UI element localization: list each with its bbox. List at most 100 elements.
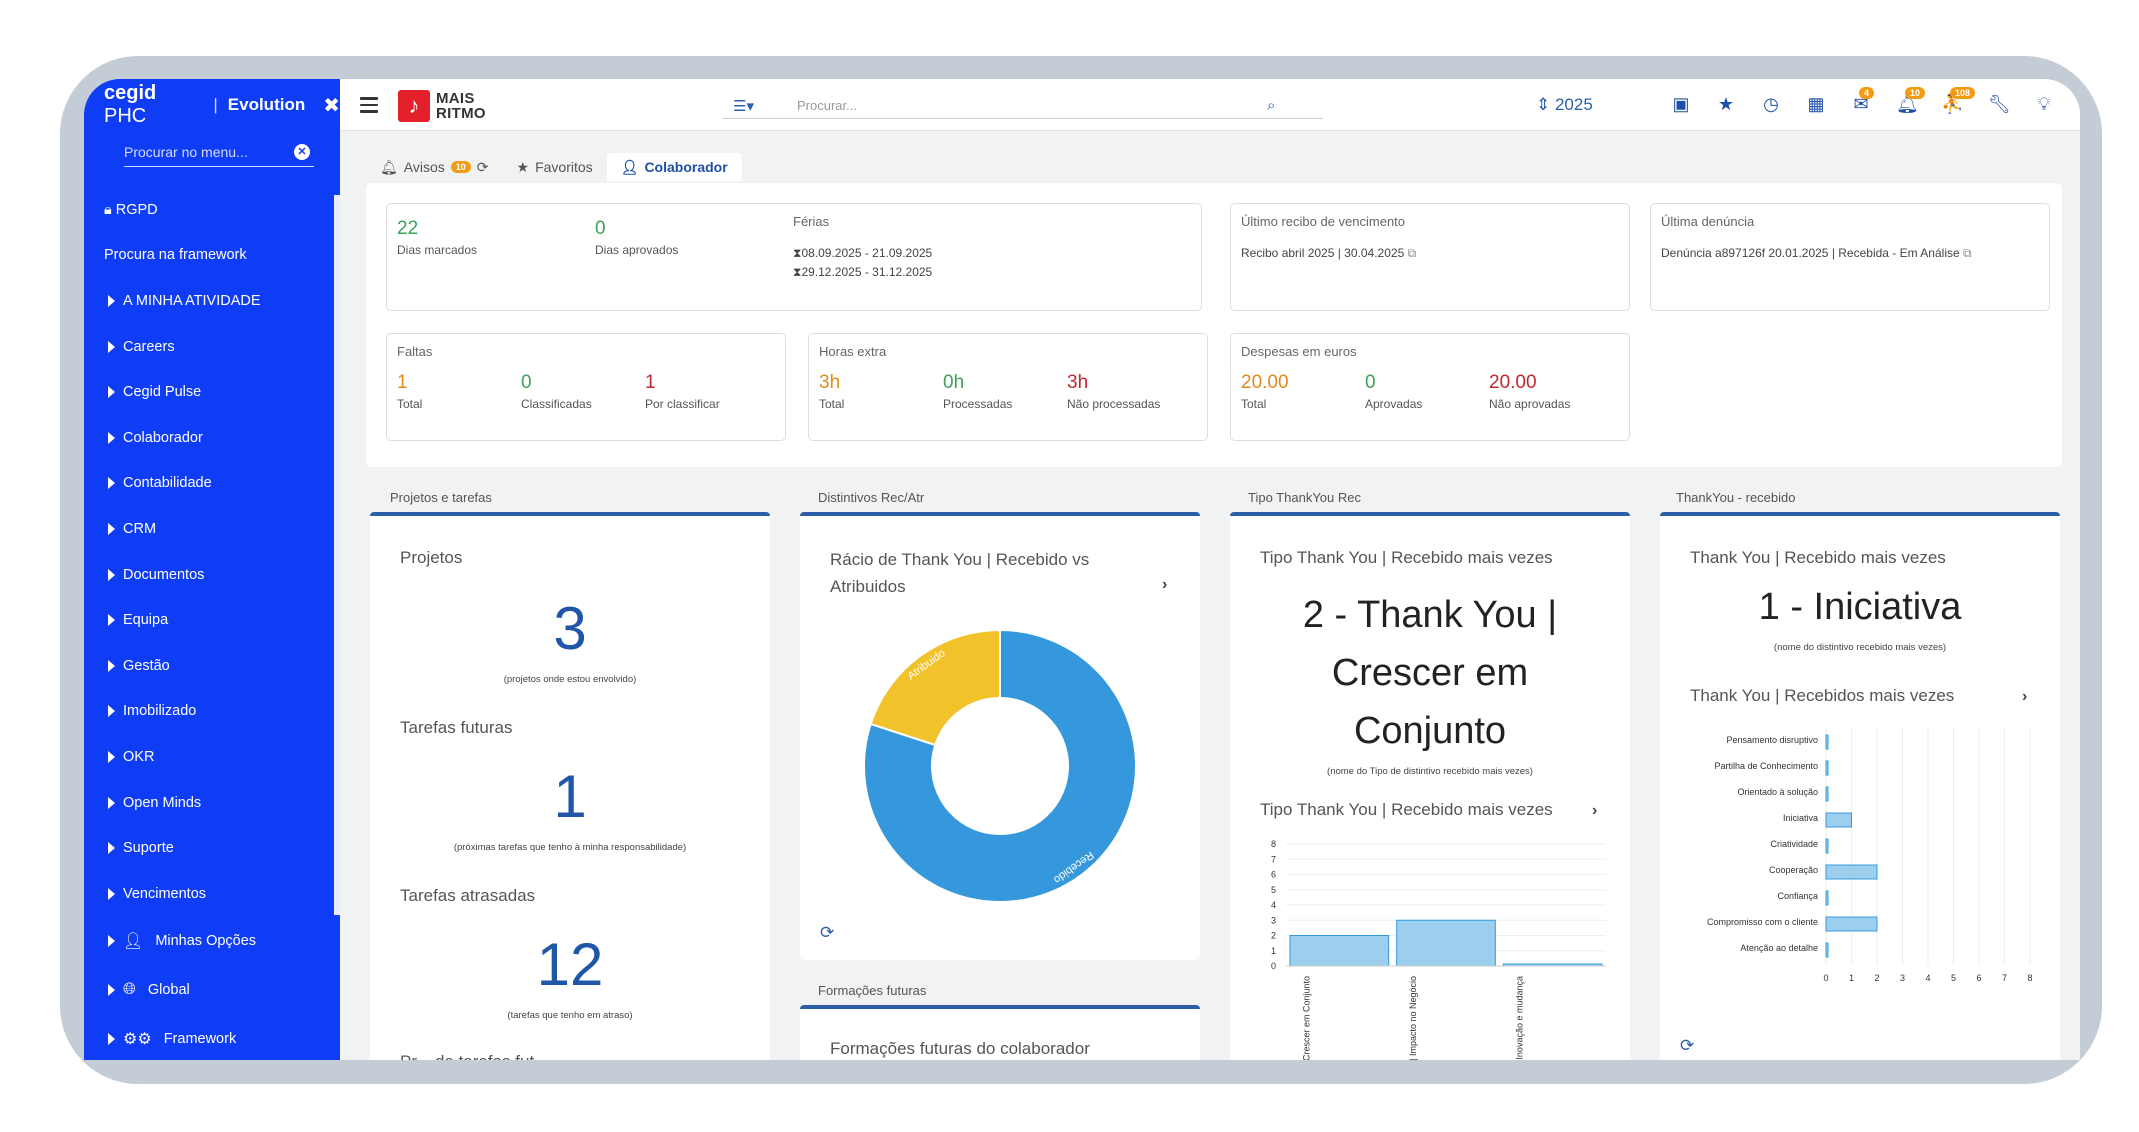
bar xyxy=(1825,838,1829,854)
sidebar-item-minhas-op-es[interactable]: 👤︎ Minhas Opções xyxy=(84,917,340,966)
external-link-icon: ⧉ xyxy=(1963,246,1972,260)
sidebar-item-global[interactable]: 🌐︎ Global xyxy=(84,966,340,1015)
message-icon[interactable]: ▣ xyxy=(1670,94,1692,115)
caret-right-icon xyxy=(108,842,115,855)
sidebar-item-careers[interactable]: Careers xyxy=(84,324,340,370)
caret-right-icon xyxy=(108,750,115,763)
sidebar-item-equipa[interactable]: Equipa xyxy=(84,597,340,643)
app-window: cegid PHC | Evolution ✖ ✕ 🔒︎RGPD Procura … xyxy=(84,79,2080,1060)
tarefas-atrasadas-count[interactable]: 12 xyxy=(370,930,770,999)
sidebar-item-vencimentos[interactable]: Vencimentos xyxy=(84,871,340,917)
bar xyxy=(1825,734,1829,750)
y-tick-label: Confiança xyxy=(1777,891,1818,901)
clear-search-icon[interactable]: ✕ xyxy=(294,143,310,160)
x-tick-label: Thank You | Impacto no Negócio xyxy=(1408,976,1418,1060)
topbar: ♪ MAISRITMO ☰▾ ⌕ ⇕ 2025 ▣ ★ ◷ ▦ ✉4 🔔︎10 … xyxy=(340,79,2080,131)
sidebar-item-suporte[interactable]: Suporte xyxy=(84,825,340,871)
sidebar-item-label: Cegid Pulse xyxy=(123,384,202,401)
mail-icon[interactable]: ✉ 4 xyxy=(1850,87,1875,115)
user-badge-icon[interactable]: ⛹ 108 xyxy=(1941,87,1976,115)
sidebar-item-imobilizado[interactable]: Imobilizado xyxy=(84,689,340,735)
tab-favoritos[interactable]: ★ Favoritos xyxy=(503,153,607,181)
year-selector[interactable]: ⇕ 2025 xyxy=(1536,95,1593,115)
tipo-thankyou-bar-chart: 0 1 2 3 4 5 6 7 8 Thank You | Crescer em Conjunto… xyxy=(1271,839,1606,1060)
caret-right-icon xyxy=(108,568,115,581)
list-filter-icon[interactable]: ☰▾ xyxy=(723,97,767,115)
menu-search-input[interactable] xyxy=(124,143,294,160)
sidebar-item-okr[interactable]: OKR xyxy=(84,734,340,780)
sidebar-scrollbar[interactable] xyxy=(334,195,340,915)
refresh-icon[interactable]: ⟳ xyxy=(1680,1036,1694,1056)
ratio-donut-chart: RecebidoAtribuido xyxy=(863,628,1137,903)
tab-colaborador[interactable]: 👤︎ Colaborador xyxy=(606,153,742,181)
sidebar-item-documentos[interactable]: Documentos xyxy=(84,552,340,598)
y-tick-label: 0 xyxy=(1271,961,1276,971)
sidebar-item-label: Colaborador xyxy=(123,429,203,446)
cegid-logo: cegid PHC xyxy=(104,82,157,127)
y-tick-label: Iniciativa xyxy=(1783,813,1818,823)
sidebar-item-procura-na-framework[interactable]: Procura na framework xyxy=(84,233,340,279)
caret-right-icon xyxy=(108,705,115,718)
x-tick-label: 4 xyxy=(1925,973,1930,983)
y-tick-label: 7 xyxy=(1271,854,1276,864)
y-tick-label: Cooperação xyxy=(1769,865,1818,875)
tab-bar: 🔔︎ Avisos 10 ⟳ ★ Favoritos 👤︎ Colaborador xyxy=(366,151,742,181)
star-icon: ★ xyxy=(516,158,530,175)
chevron-right-icon[interactable]: › xyxy=(1162,576,1167,594)
tab-avisos[interactable]: 🔔︎ Avisos 10 ⟳ xyxy=(366,153,503,181)
refresh-icon[interactable]: ⟳ xyxy=(477,159,489,176)
global-search-input[interactable] xyxy=(767,98,1267,113)
hamburger-menu-icon[interactable] xyxy=(360,97,378,117)
refresh-icon[interactable]: ⟳ xyxy=(820,923,834,943)
horas-extra-card: Horas extra 3h Total 0h Processadas 3h Não … xyxy=(808,333,1208,441)
product-name: Evolution xyxy=(227,95,306,114)
sidebar-item-cegid-pulse[interactable]: Cegid Pulse xyxy=(84,369,340,415)
projetos-count[interactable]: 3 xyxy=(370,594,770,663)
tipo-thankyou-widget: Tipo Thank You | Recebido mais vezes 2 -… xyxy=(1230,512,1630,1060)
sidebar-item-a-minha-atividade[interactable]: A MINHA ATIVIDADE xyxy=(84,278,340,324)
user-icon: 👤︎ xyxy=(620,158,639,175)
projetos-widget: Projetos 3 (projetos onde estou envolvid… xyxy=(370,512,770,1060)
star-icon[interactable]: ★ xyxy=(1715,94,1737,115)
tarefas-futuras-count[interactable]: 1 xyxy=(370,762,770,831)
x-tick-label: Thank You | Crescer em Conjunto xyxy=(1301,976,1311,1060)
bar xyxy=(1289,935,1390,967)
y-tick-label: 4 xyxy=(1271,900,1276,910)
donut-slice xyxy=(869,628,1001,747)
calendar-icon[interactable]: ▦ xyxy=(1805,94,1827,115)
sidebar-item-contabilidade[interactable]: Contabilidade xyxy=(84,461,340,507)
sidebar-item-label: Open Minds xyxy=(123,794,202,811)
y-tick-label: Orientado à solução xyxy=(1737,787,1818,797)
chevron-right-icon[interactable]: › xyxy=(1592,802,1597,820)
bar xyxy=(1825,916,1878,932)
sidebar-item-open-minds[interactable]: Open Minds xyxy=(84,780,340,826)
sidebar-item-colaborador[interactable]: Colaborador xyxy=(84,415,340,461)
sidebar-item-rgpd[interactable]: 🔒︎ RGPD xyxy=(84,187,340,233)
tipo-thankyou-value: 2 - Thank You | Crescer em Conjunto xyxy=(1302,594,1558,752)
brand-logo[interactable]: ♪ MAIS RITMO xyxy=(398,90,486,122)
thankyou-widget: Thank You | Recebido mais vezes 1 - Inic… xyxy=(1660,512,2060,1060)
sidebar-header: cegid PHC | Evolution ✖ xyxy=(104,82,340,127)
close-sidebar-icon[interactable]: ✖ xyxy=(323,93,340,118)
clock-icon[interactable]: ◷ xyxy=(1760,94,1782,115)
x-tick-label: 8 xyxy=(2027,973,2032,983)
wrench-icon[interactable]: 🔧︎ xyxy=(1988,94,2011,115)
bell-icon[interactable]: 🔔︎ 10 xyxy=(1896,87,1926,115)
chevron-right-icon[interactable]: › xyxy=(2022,688,2027,706)
x-tick-label: 0 xyxy=(1823,973,1828,983)
external-link-icon: ⧉ xyxy=(1407,246,1417,260)
caret-right-icon xyxy=(108,984,115,996)
caret-right-icon xyxy=(108,935,115,947)
sidebar-item-crm[interactable]: CRM xyxy=(84,506,340,552)
formacoes-widget: Formações futuras do colaborador xyxy=(800,1005,1200,1060)
bar xyxy=(1825,890,1829,906)
caret-right-icon xyxy=(108,294,115,307)
search-icon[interactable]: ⌕ xyxy=(1267,97,1275,114)
sidebar-item-gest-o[interactable]: Gestão xyxy=(84,643,340,689)
sidebar: cegid PHC | Evolution ✖ ✕ 🔒︎RGPD Procura … xyxy=(84,79,340,1060)
sidebar-item-framework[interactable]: ⚙︎⚙︎ Framework xyxy=(84,1015,340,1061)
ferias-card: 22 Dias marcados 0 Dias aprovados Férias ⧗… xyxy=(386,203,1202,311)
lightbulb-icon[interactable]: 💡︎ xyxy=(2033,94,2055,115)
menu-search: ✕ xyxy=(124,137,314,167)
summary-panel: 22 Dias marcados 0 Dias aprovados Férias ⧗… xyxy=(366,183,2062,467)
